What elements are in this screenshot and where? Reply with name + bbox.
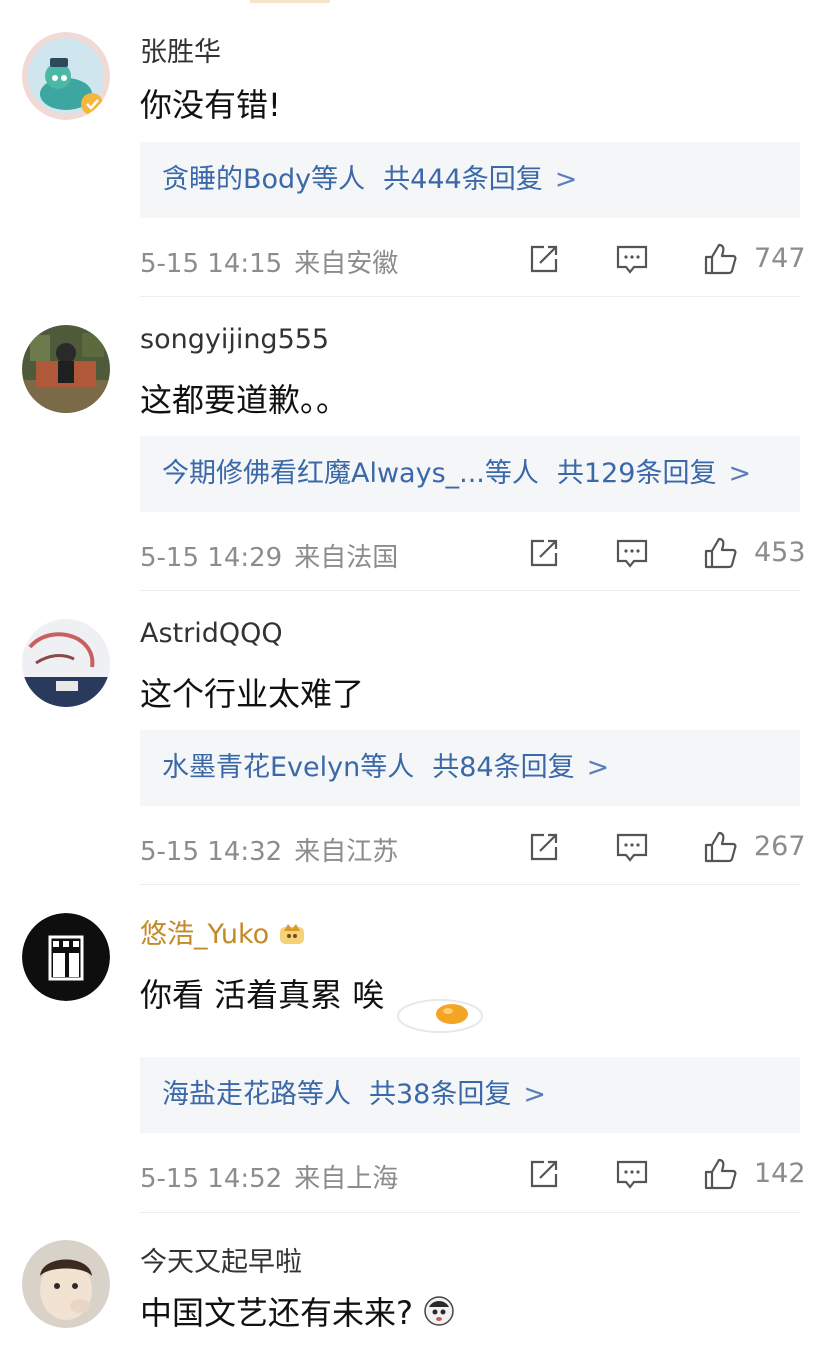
- like-icon[interactable]: [702, 535, 738, 571]
- comment-text-content: 你看 活着真累 唉: [140, 976, 385, 1014]
- share-icon[interactable]: [526, 241, 562, 277]
- top-strip: [250, 0, 330, 3]
- timestamp: 5-15 14:29: [140, 543, 283, 573]
- like-count: 267: [754, 831, 806, 862]
- chevron-right-icon: >: [728, 458, 752, 489]
- username[interactable]: 悠浩_Yuko: [140, 912, 307, 954]
- reply-count: 共444条回复: [383, 164, 543, 195]
- reply-names: 贪睡的Body等人: [162, 164, 366, 195]
- comment-text: 你没有错!: [140, 86, 281, 124]
- chevron-right-icon: >: [554, 164, 578, 195]
- comment-meta: 5-15 14:52 来自上海: [140, 1158, 398, 1195]
- reply-summary[interactable]: 今期修佛看红魔Always_...等人 共129条回复 >: [140, 436, 800, 512]
- comment-text: 这都要道歉。。: [140, 381, 349, 419]
- like-icon[interactable]: [702, 241, 738, 277]
- divider: [140, 884, 800, 885]
- reply-summary[interactable]: 水墨青花Evelyn等人 共84条回复 >: [140, 730, 800, 806]
- chevron-right-icon: >: [586, 752, 610, 783]
- avatar[interactable]: [22, 913, 110, 1001]
- vip-crown-icon: [277, 917, 307, 954]
- comment-text: 这个行业太难了: [140, 675, 365, 713]
- username[interactable]: songyijing555: [140, 324, 329, 355]
- avatar[interactable]: [22, 619, 110, 707]
- comment-meta: 5-15 14:32 来自江苏: [140, 831, 398, 868]
- avatar[interactable]: [22, 1240, 110, 1328]
- comment-icon[interactable]: [614, 829, 650, 865]
- divider: [140, 1212, 800, 1213]
- chevron-right-icon: >: [523, 1079, 546, 1110]
- avatar[interactable]: [22, 325, 110, 413]
- like-count: 142: [754, 1158, 806, 1189]
- reply-count: 共84条回复: [432, 752, 575, 783]
- reply-summary[interactable]: 海盐走花路等人 共38条回复 >: [140, 1057, 800, 1133]
- timestamp: 5-15 14:32: [140, 837, 283, 867]
- username[interactable]: AstridQQQ: [140, 618, 283, 649]
- location: 来自法国: [294, 543, 399, 573]
- share-icon[interactable]: [526, 1156, 562, 1192]
- avatar[interactable]: [22, 32, 110, 120]
- fried-egg-emoji: [388, 988, 486, 1036]
- reply-summary[interactable]: 贪睡的Body等人 共444条回复 >: [140, 142, 800, 218]
- comment-icon[interactable]: [614, 241, 650, 277]
- like-icon[interactable]: [702, 1156, 738, 1192]
- location: 来自上海: [294, 1164, 399, 1194]
- reply-names: 今期修佛看红魔Always_...等人: [162, 458, 539, 489]
- comment-icon[interactable]: [614, 1156, 650, 1192]
- divider: [140, 590, 800, 591]
- timestamp: 5-15 14:52: [140, 1164, 283, 1194]
- comment-meta: 5-15 14:15 来自安徽: [140, 243, 398, 280]
- location: 来自江苏: [294, 837, 399, 867]
- username[interactable]: 今天又起早啦: [140, 1240, 302, 1279]
- like-icon[interactable]: [702, 829, 738, 865]
- comment-meta: 5-15 14:29 来自法国: [140, 537, 398, 574]
- comment-text-content: 中国文艺还有未来?: [140, 1294, 413, 1332]
- share-icon[interactable]: [526, 829, 562, 865]
- share-icon[interactable]: [526, 535, 562, 571]
- reply-count: 共129条回复: [556, 458, 717, 489]
- timestamp: 5-15 14:15: [140, 249, 283, 279]
- reply-count: 共38条回复: [369, 1079, 512, 1110]
- sticker-emoji: [423, 1295, 455, 1335]
- comment-text: 中国文艺还有未来?: [140, 1288, 455, 1335]
- comment-text: 你看 活着真累 唉: [140, 970, 384, 1016]
- reply-names: 水墨青花Evelyn等人: [162, 752, 415, 783]
- location: 来自安徽: [294, 249, 399, 279]
- username-text: 悠浩_Yuko: [140, 919, 270, 950]
- comment-icon[interactable]: [614, 535, 650, 571]
- like-count: 453: [754, 537, 806, 568]
- like-count: 747: [754, 243, 806, 274]
- divider: [140, 296, 800, 297]
- username[interactable]: 张胜华: [140, 30, 221, 69]
- reply-names: 海盐走花路等人: [162, 1079, 351, 1110]
